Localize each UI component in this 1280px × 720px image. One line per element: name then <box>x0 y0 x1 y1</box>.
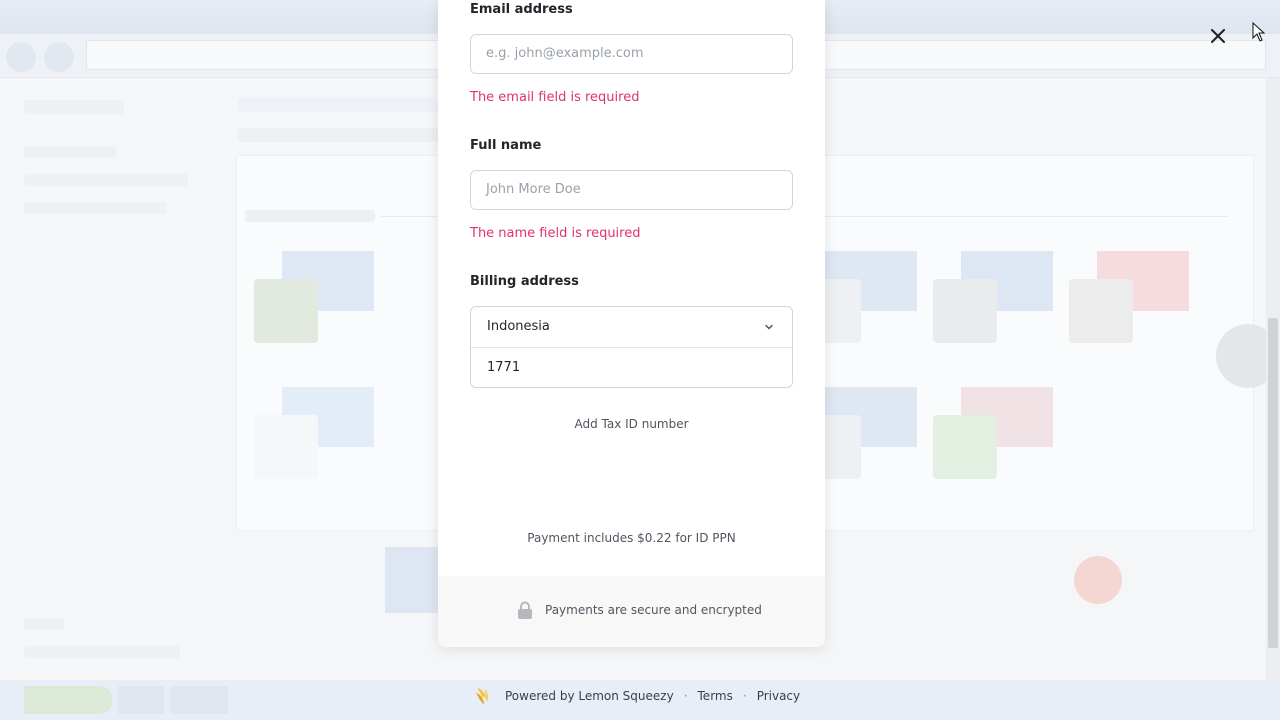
lock-icon <box>518 601 532 619</box>
background-thumb-image <box>254 279 318 343</box>
footer-separator: · <box>683 689 688 703</box>
background-start-button <box>24 686 112 714</box>
privacy-link[interactable]: Privacy <box>757 689 800 703</box>
background-theme-thumb <box>1069 251 1189 343</box>
mouse-cursor-icon <box>1252 22 1266 42</box>
background-desktop-preview <box>385 547 445 613</box>
full-name-placeholder: John More Doe <box>486 182 581 197</box>
background-theme-thumb <box>254 251 374 343</box>
background-thumb-image <box>933 279 997 343</box>
terms-link[interactable]: Terms <box>698 689 733 703</box>
country-value: Indonesia <box>487 319 550 334</box>
background-theme-thumb <box>254 387 374 479</box>
email-label: Email address <box>470 2 573 17</box>
checkout-footer: Powered by Lemon Squeezy · Terms · Priva… <box>473 685 800 707</box>
background-scrollbar <box>1266 78 1280 680</box>
full-name-label: Full name <box>470 138 542 153</box>
checkout-modal: Email address e.g. john@example.com The … <box>438 0 825 647</box>
email-placeholder: e.g. john@example.com <box>486 46 644 61</box>
background-app-icon <box>1074 556 1122 604</box>
email-error: The email field is required <box>470 90 640 105</box>
background-heading <box>238 128 438 142</box>
secure-payment-banner: Payments are secure and encrypted <box>438 576 825 647</box>
background-thumb-image <box>1069 279 1133 343</box>
email-field[interactable]: e.g. john@example.com <box>470 34 793 74</box>
secure-payment-text: Payments are secure and encrypted <box>545 603 762 617</box>
chevron-down-icon <box>765 324 773 330</box>
background-back-icon <box>6 42 36 72</box>
background-sidebar-line <box>24 174 188 186</box>
postal-code-field[interactable]: 1771 <box>487 360 520 375</box>
background-thumb-image <box>254 415 318 479</box>
background-theme-thumb <box>933 387 1053 479</box>
add-tax-id-link[interactable]: Add Tax ID number <box>438 417 825 431</box>
billing-address-label: Billing address <box>470 274 579 289</box>
background-heading <box>238 98 438 112</box>
background-forward-icon <box>44 42 74 72</box>
lemon-squeezy-logo-icon <box>476 687 489 705</box>
background-taskbar-item <box>118 686 164 714</box>
country-select[interactable]: Indonesia <box>471 307 792 348</box>
background-sidebar-line <box>24 618 64 630</box>
background-thumb-image <box>933 415 997 479</box>
close-button[interactable] <box>1204 22 1232 50</box>
billing-address-group: Indonesia 1771 <box>470 306 793 388</box>
background-sidebar <box>0 78 230 678</box>
close-icon <box>1211 29 1225 43</box>
background-sidebar-line <box>24 146 116 158</box>
powered-by-text[interactable]: Powered by Lemon Squeezy <box>505 689 674 703</box>
payment-tax-note: Payment includes $0.22 for ID PPN <box>527 531 736 545</box>
background-sidebar-line <box>24 646 180 658</box>
background-section-title <box>245 210 375 222</box>
background-taskbar-item <box>170 686 228 714</box>
background-theme-thumb <box>933 251 1053 343</box>
background-sidebar-line <box>24 100 124 114</box>
footer-separator: · <box>742 689 747 703</box>
background-sidebar-line <box>24 202 166 214</box>
background-scrollbar-thumb <box>1268 318 1278 648</box>
full-name-field[interactable]: John More Doe <box>470 170 793 210</box>
full-name-error: The name field is required <box>470 226 641 241</box>
